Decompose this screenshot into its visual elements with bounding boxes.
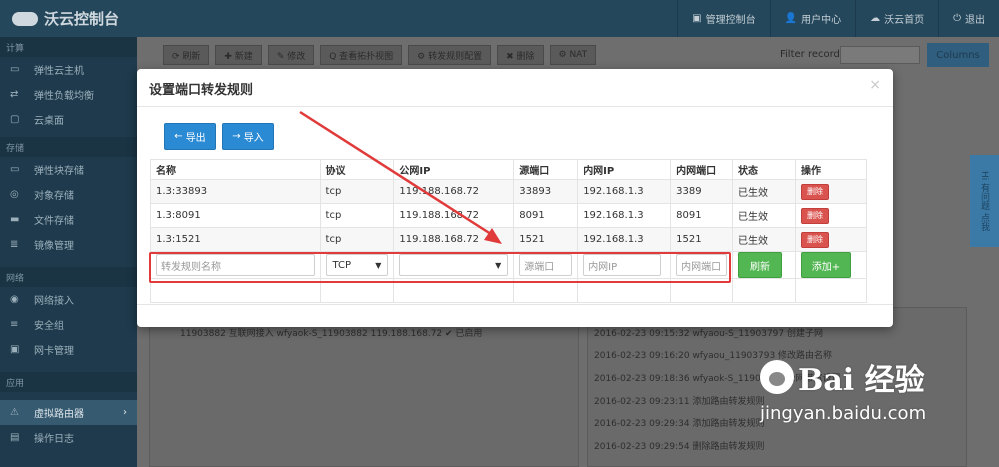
cell-protocol: tcp	[319, 203, 395, 228]
cell-protocol: tcp	[319, 227, 395, 252]
baidu-url: jingyan.baidu.com	[760, 403, 927, 424]
col-header-public-ip: 公网IP	[393, 159, 515, 180]
cell-private-port: 1521	[670, 227, 734, 252]
cell-action: 删除	[794, 179, 868, 204]
cell-status: 已生效	[732, 227, 796, 252]
import-button[interactable]: → 导入	[222, 123, 274, 150]
delete-rule-button[interactable]: 删除	[800, 231, 829, 248]
cell-private-port: 3389	[670, 179, 734, 204]
cell-src-port: 1521	[513, 227, 579, 252]
col-header-status: 状态	[732, 159, 796, 180]
modal-header: 设置端口转发规则 ×	[137, 69, 893, 107]
cell-action: 删除	[794, 203, 868, 228]
table-row: 1.3:8091 tcp 119.188.168.72 8091 192.168…	[150, 203, 868, 228]
cell-private-port: 8091	[670, 203, 734, 228]
modal-footer	[137, 304, 893, 327]
export-button[interactable]: ← 导出	[164, 123, 216, 150]
cell-status: 已生效	[732, 203, 796, 228]
cell-private-ip: 192.168.1.3	[577, 203, 672, 228]
cell-src-port: 8091	[513, 203, 579, 228]
cell-private-ip: 192.168.1.3	[577, 179, 672, 204]
port-forward-modal: 设置端口转发规则 × ← 导出 → 导入 名称 协议 公网IP 源端口 内网IP 内…	[137, 69, 893, 327]
cell-private-ip: 192.168.1.3	[577, 227, 672, 252]
cell-action: 删除	[794, 227, 868, 252]
col-header-protocol: 协议	[319, 159, 395, 180]
cell-status: 已生效	[732, 179, 796, 204]
modal-title: 设置端口转发规则	[149, 83, 254, 98]
cell-name: 1.3:8091	[150, 203, 321, 228]
baidu-watermark: Bai 经验 jingyan.baidu.com	[760, 355, 926, 424]
paw-icon	[760, 360, 794, 394]
col-header-private-ip: 内网IP	[577, 159, 672, 180]
cell-public-ip: 119.188.168.72	[393, 227, 515, 252]
col-header-action: 操作	[794, 159, 868, 180]
table-header-row: 名称 协议 公网IP 源端口 内网IP 内网端口 状态 操作	[150, 159, 868, 180]
cell-public-ip: 119.188.168.72	[393, 203, 515, 228]
cell-protocol: tcp	[319, 179, 395, 204]
col-header-private-port: 内网端口	[670, 159, 734, 180]
delete-rule-button[interactable]: 删除	[800, 183, 829, 200]
delete-rule-button[interactable]: 删除	[800, 207, 829, 224]
col-header-src-port: 源端口	[513, 159, 579, 180]
close-icon[interactable]: ×	[869, 77, 881, 93]
annotation-highlight-box	[149, 252, 731, 283]
col-header-name: 名称	[150, 159, 321, 180]
arrow-right-icon: →	[232, 131, 241, 142]
arrow-left-icon: ←	[174, 131, 183, 142]
add-rule-button[interactable]: 添加+	[800, 252, 851, 278]
cell-src-port: 33893	[513, 179, 579, 204]
table-row: 1.3:1521 tcp 119.188.168.72 1521 192.168…	[150, 227, 868, 252]
cell-public-ip: 119.188.168.72	[393, 179, 515, 204]
cell-name: 1.3:33893	[150, 179, 321, 204]
refresh-form-button[interactable]: 刷新	[738, 252, 783, 278]
baidu-logo: Bai 经验	[760, 355, 926, 399]
table-row: 1.3:33893 tcp 119.188.168.72 33893 192.1…	[150, 179, 868, 204]
cell-name: 1.3:1521	[150, 227, 321, 252]
